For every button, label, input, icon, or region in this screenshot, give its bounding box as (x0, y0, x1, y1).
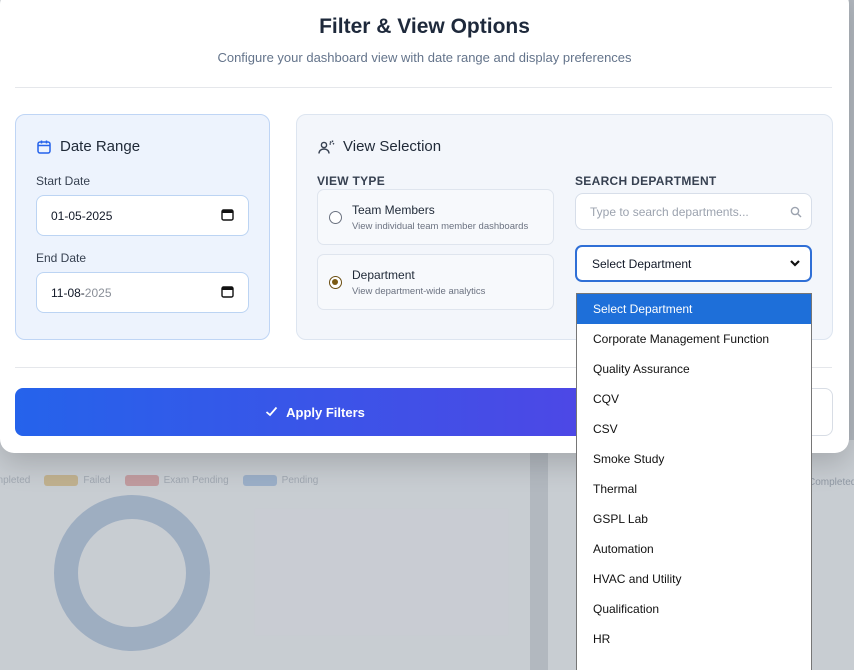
start-date-year: 2025 (85, 208, 113, 223)
view-selection-heading: View Selection (317, 138, 441, 155)
dropdown-option[interactable]: Corporate Management Function (577, 324, 811, 354)
apply-filters-button[interactable]: Apply Filters (15, 388, 615, 436)
dropdown-option[interactable]: Thermal (577, 474, 811, 504)
calendar-picker-icon[interactable] (221, 208, 234, 224)
view-type-label: VIEW TYPE (317, 174, 386, 188)
department-select[interactable]: Select Department (575, 245, 812, 282)
end-date-input[interactable]: 11-08-2025 (36, 272, 249, 313)
view-selection-title: View Selection (343, 138, 442, 155)
radio-description: View individual team member dashboards (352, 221, 529, 232)
calendar-picker-icon[interactable] (221, 285, 234, 301)
dropdown-option[interactable]: Qualification (577, 594, 811, 624)
radio-button-checked[interactable] (329, 276, 342, 289)
dropdown-option[interactable]: CQV (577, 384, 811, 414)
department-dropdown-list: Select Department Corporate Management F… (576, 293, 812, 670)
dropdown-option[interactable]: HR (577, 624, 811, 654)
radio-title: Team Members (352, 203, 435, 217)
dropdown-option[interactable]: Automation (577, 534, 811, 564)
dropdown-option[interactable] (577, 654, 811, 670)
modal-subtitle: Configure your dashboard view with date … (217, 50, 632, 65)
date-range-panel: Date Range Start Date 01-05-2025 End Dat… (15, 114, 270, 340)
date-range-title: Date Range (60, 138, 141, 155)
dropdown-option[interactable]: Smoke Study (577, 444, 811, 474)
department-search-input[interactable] (577, 195, 772, 228)
start-date-day-month: 01-05- (51, 208, 86, 223)
search-icon (790, 205, 802, 223)
modal-title: Filter & View Options (319, 15, 530, 38)
end-date-label: End Date (36, 251, 87, 265)
radio-department[interactable]: Department View department-wide analytic… (317, 254, 554, 310)
start-date-input[interactable]: 01-05-2025 (36, 195, 249, 236)
dropdown-option[interactable]: CSV (577, 414, 811, 444)
dropdown-option[interactable]: Select Department (577, 294, 811, 324)
search-department-label: SEARCH DEPARTMENT (575, 174, 717, 188)
dropdown-option[interactable]: HVAC and Utility (577, 564, 811, 594)
end-date-day-month: 11-08- (51, 285, 85, 300)
dropdown-option[interactable]: Quality Assurance (577, 354, 811, 384)
department-search-box[interactable] (575, 193, 812, 230)
calendar-icon (36, 139, 52, 155)
chevron-down-icon (789, 257, 801, 271)
users-settings-icon (317, 139, 335, 155)
end-date-year: 2025 (84, 285, 112, 300)
check-icon (265, 405, 278, 420)
apply-filters-label: Apply Filters (286, 404, 365, 420)
department-select-value: Select Department (592, 256, 692, 271)
start-date-label: Start Date (36, 174, 91, 188)
radio-title: Department (352, 268, 415, 282)
date-range-heading: Date Range (36, 138, 140, 155)
dropdown-option[interactable]: GSPL Lab (577, 504, 811, 534)
radio-button[interactable] (329, 211, 342, 224)
radio-team-members[interactable]: Team Members View individual team member… (317, 189, 554, 245)
header-divider (15, 87, 832, 88)
radio-description: View department-wide analytics (352, 286, 486, 297)
